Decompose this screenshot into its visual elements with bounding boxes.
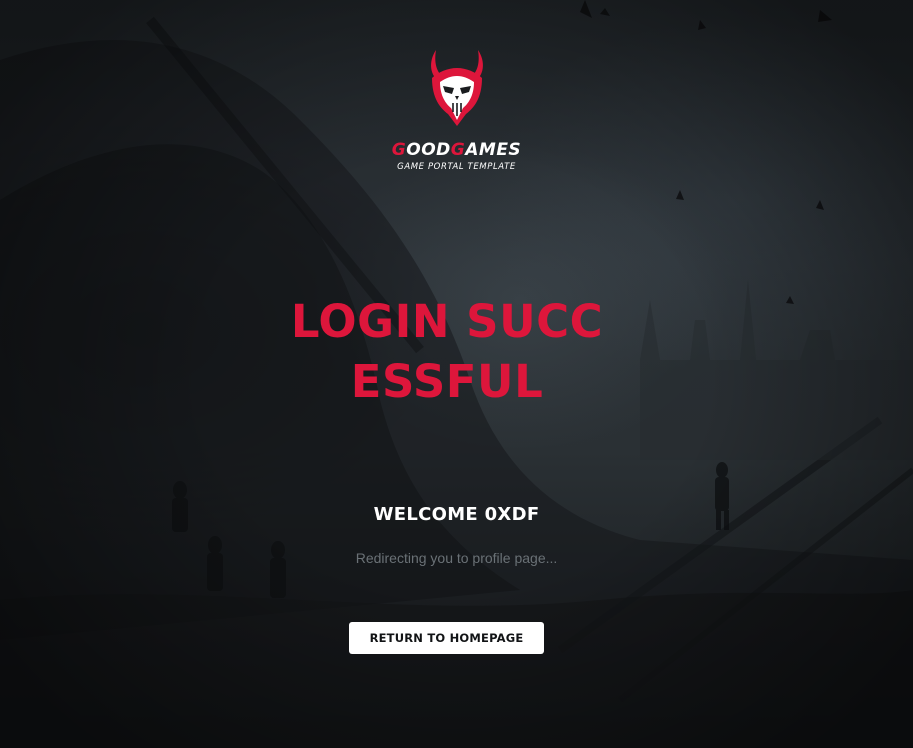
- brand-logo[interactable]: GOODGAMES GAME PORTAL TEMPLATE: [0, 48, 913, 172]
- return-to-homepage-button[interactable]: RETURN TO HOMEPAGE: [349, 622, 544, 654]
- page-title: LOGIN SUCCESSFUL: [290, 295, 604, 408]
- brand-tagline: GAME PORTAL TEMPLATE: [397, 162, 516, 172]
- welcome-message: WELCOME 0XDF: [373, 504, 540, 525]
- login-success-page: GOODGAMES GAME PORTAL TEMPLATE LOGIN SUC…: [0, 0, 913, 748]
- demon-skull-icon: [430, 50, 483, 126]
- main-content: GOODGAMES GAME PORTAL TEMPLATE LOGIN SUC…: [0, 0, 913, 748]
- brand-initial-1: G: [391, 140, 407, 160]
- brand-text-2: AMES: [465, 140, 522, 160]
- brand-name: GOODGAMES: [0, 140, 913, 160]
- brand-initial-2: G: [450, 140, 466, 160]
- redirect-notice: Redirecting you to profile page...: [355, 550, 558, 566]
- brand-text-1: OOD: [406, 140, 451, 160]
